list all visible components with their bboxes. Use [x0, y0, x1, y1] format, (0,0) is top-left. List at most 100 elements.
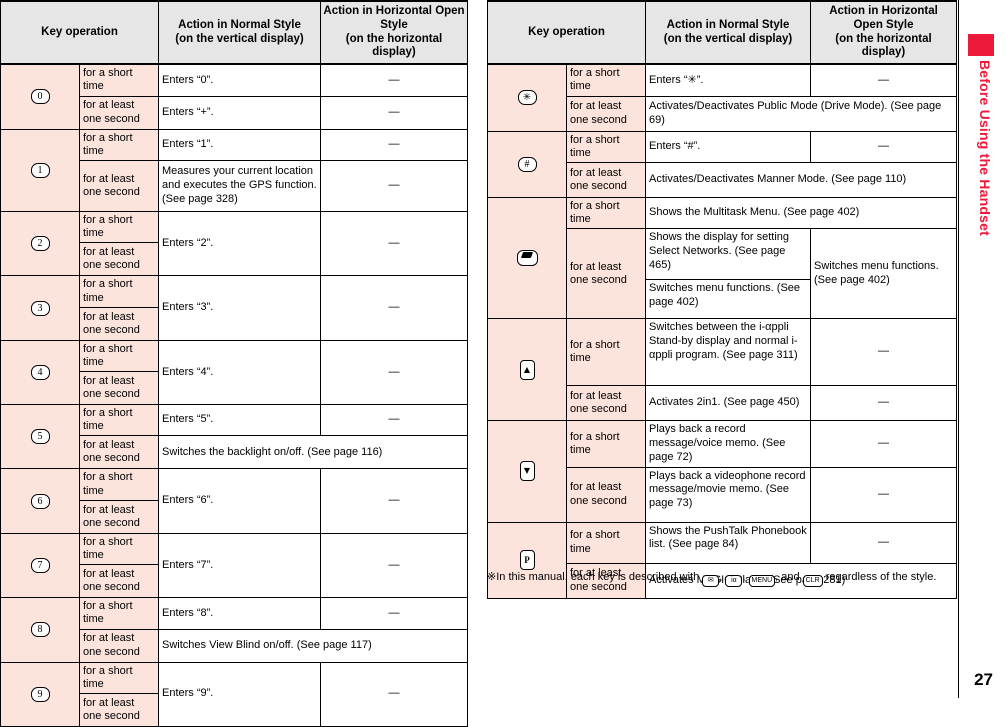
header-horizontal-style-line2: (on the horizontal display) [345, 32, 443, 59]
header-normal-style-line1: Action in Normal Style [178, 18, 301, 31]
header-normal-style: Action in Normal Style (on the vertical … [645, 0, 811, 66]
action-horizontal: — [810, 318, 957, 387]
table-row: 0 for a short time Enters “0”. — [0, 63, 468, 130]
manual-page: Key operation Action in Normal Style (on… [0, 0, 1005, 727]
table-row: 3 for a short time Enters “3”. — [0, 275, 468, 341]
header-normal-style-line2: (on the vertical display) [175, 32, 304, 45]
action-horizontal: — [320, 597, 468, 630]
duration-short: for a short time [566, 420, 646, 468]
key-glyph: 8 [30, 622, 50, 638]
duration-long: for at least one second [566, 95, 646, 132]
action-normal: Switches between the i-αppli Stand-by di… [645, 318, 811, 387]
footnote-part2: regardless of the style. [822, 571, 937, 583]
footnote-sep3: , and [775, 571, 803, 583]
table-row: for a short time Shows the Multitask Men… [487, 196, 957, 320]
menu-key-icon: MENU [748, 575, 776, 587]
duration-short: for a short time [79, 63, 159, 97]
table-row: 4 for a short time Enters “4”. — [0, 339, 468, 406]
duration-short: for a short time [79, 128, 159, 161]
action-normal: Enters “0”. [158, 63, 321, 97]
duration-short: for a short time [79, 275, 159, 308]
duration-long: for at least one second [566, 161, 646, 198]
action-horizontal: — [320, 275, 468, 341]
action-normal: Enters “6”. [158, 468, 321, 534]
chapter-tab-sidebar: Before Using the Handset 27 [958, 0, 1005, 698]
mail-key-icon: ✉ [702, 575, 720, 587]
key-glyph: 3 [30, 300, 50, 316]
action-horizontal: — [320, 159, 468, 212]
action-horizontal: — [810, 63, 957, 97]
table-row: 6 for a short time Enters “6”. — [0, 468, 468, 534]
header-row: Key operation Action in Normal Style (on… [487, 0, 957, 66]
action-normal: Activates 2in1. (See page 450) [645, 385, 811, 422]
table-header-left: Key operation Action in Normal Style (on… [0, 0, 468, 66]
header-horizontal-style-line1: Action in Horizontal Open Style [323, 5, 465, 31]
duration-short: for a short time [79, 532, 159, 566]
page-number: 27 [974, 670, 993, 689]
clear-key-icon: CLR [802, 575, 823, 587]
key-glyph: 6 [30, 493, 50, 509]
action-fullspan: Shows the Multitask Menu. (See page 402) [645, 196, 957, 230]
action-normal: Enters “1”. [158, 128, 321, 161]
table-body-left: 0 for a short time Enters “0”. — for at … [0, 63, 468, 727]
action-horizontal: — [810, 420, 957, 468]
table-header-right: Key operation Action in Normal Style (on… [487, 0, 957, 66]
action-normal: Enters “4”. [158, 339, 321, 406]
duration-long: for at least one second [79, 159, 159, 212]
action-horizontal: Switches menu functions. (See page 402) [810, 228, 957, 320]
key-glyph: ▼ [519, 461, 535, 482]
table-row: ✳ for a short time Enters “✳”. — [487, 63, 957, 132]
duration-long: for at least one second [566, 385, 646, 422]
action-fullspan: Switches View Blind on/off. (See page 11… [158, 628, 468, 663]
key-9-icon: 9 [0, 661, 80, 727]
table-row: 5 for a short time Enters “5”. — [0, 404, 468, 470]
key-glyph: P [519, 550, 535, 571]
left-column: Key operation Action in Normal Style (on… [0, 0, 468, 727]
key-1-icon: 1 [0, 128, 80, 212]
key-glyph: # [517, 156, 537, 172]
key-down-arrow-icon: ▼ [487, 420, 567, 523]
key-2-icon: 2 [0, 210, 80, 277]
table-row: 2 for a short time Enters “2”. — [0, 210, 468, 277]
header-horizontal-style: Action in Horizontal Open Style (on the … [810, 0, 957, 66]
action-normal: Enters “5”. [158, 404, 321, 437]
action-horizontal: — [320, 210, 468, 277]
right-column: Key operation Action in Normal Style (on… [487, 0, 957, 599]
header-horizontal-style-line2: (on the horizontal display) [835, 32, 932, 59]
duration-short: for a short time [79, 661, 159, 694]
duration-long: for at least one second [79, 435, 159, 470]
table-row: # for a short time Enters “#”. — [487, 130, 957, 198]
action-normal: Enters “✳”. [645, 63, 811, 97]
imode-key-icon: iα [725, 575, 743, 587]
pushtalk-mark: P [524, 555, 530, 566]
key-glyph: ▲ [519, 359, 535, 380]
key-glyph: 0 [30, 89, 50, 105]
table-row: 7 for a short time Enters “7”. — [0, 532, 468, 599]
chapter-tab-marker [968, 34, 994, 56]
key-operation-table-right: Key operation Action in Normal Style (on… [487, 0, 957, 599]
key-glyph: 2 [30, 236, 50, 252]
table-row: P for a short time Shows the PushTalk Ph… [487, 521, 957, 599]
key-8-icon: 8 [0, 597, 80, 663]
footnote-text: In this manual, each key is described wi… [496, 570, 957, 587]
duration-short: for a short time [79, 404, 159, 437]
action-normal: Enters “#”. [645, 130, 811, 163]
footnote: ※ In this manual, each key is described … [487, 570, 957, 587]
action-normal: Shows the PushTalk Phonebook list. (See … [645, 521, 811, 564]
header-normal-style-line1: Action in Normal Style [666, 18, 790, 31]
key-3-icon: 3 [0, 275, 80, 341]
duration-short: for a short time [566, 130, 646, 163]
duration-short: for a short time [79, 210, 159, 244]
header-row: Key operation Action in Normal Style (on… [0, 0, 468, 66]
action-normal: Plays back a record message/voice memo. … [645, 420, 811, 468]
footnote-part1: In this manual, each key is described wi… [496, 571, 703, 583]
duration-short: for a short time [79, 468, 159, 501]
key-glyph: 5 [30, 429, 50, 445]
duration-long: for at least one second [79, 692, 159, 727]
action-horizontal: — [810, 466, 957, 523]
key-asterisk-icon: ✳ [487, 63, 567, 132]
action-horizontal: — [320, 128, 468, 161]
action-horizontal: — [320, 339, 468, 406]
duration-short: for a short time [566, 63, 646, 97]
duration-long: for at least one second [79, 306, 159, 341]
